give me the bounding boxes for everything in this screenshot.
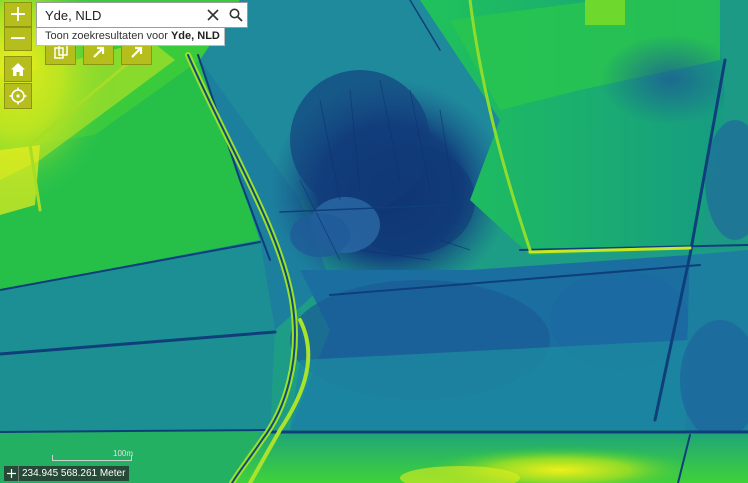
- suggestion-term: Yde, NLD: [170, 30, 220, 42]
- search-icon: [229, 8, 243, 22]
- crosshair-icon: [6, 469, 16, 478]
- locate-button[interactable]: [4, 83, 32, 109]
- search-input[interactable]: [37, 3, 202, 27]
- coordinate-text: 234.945 568.261 Meter: [22, 468, 126, 479]
- search-button[interactable]: [224, 2, 248, 28]
- locate-icon: [9, 87, 27, 105]
- close-icon: [207, 9, 219, 21]
- zoom-out-button[interactable]: −: [4, 27, 32, 51]
- elevation-map[interactable]: [0, 0, 748, 483]
- coordinate-display: 234.945 568.261 Meter: [4, 466, 130, 481]
- coordinate-toggle-button[interactable]: [4, 466, 19, 481]
- search-suggestion[interactable]: Toon zoekresultaten voor Yde, NLD: [36, 28, 225, 46]
- scale-label: 100m: [113, 449, 134, 458]
- search-box: [36, 2, 225, 28]
- zoom-out-label: −: [8, 26, 28, 51]
- home-button[interactable]: [4, 56, 32, 82]
- clear-search-button[interactable]: [203, 5, 223, 25]
- suggestion-prefix: Toon zoekresultaten voor: [45, 30, 171, 42]
- home-icon: [11, 62, 25, 76]
- zoom-in-label: +: [8, 1, 28, 27]
- zoom-in-button[interactable]: +: [4, 2, 32, 27]
